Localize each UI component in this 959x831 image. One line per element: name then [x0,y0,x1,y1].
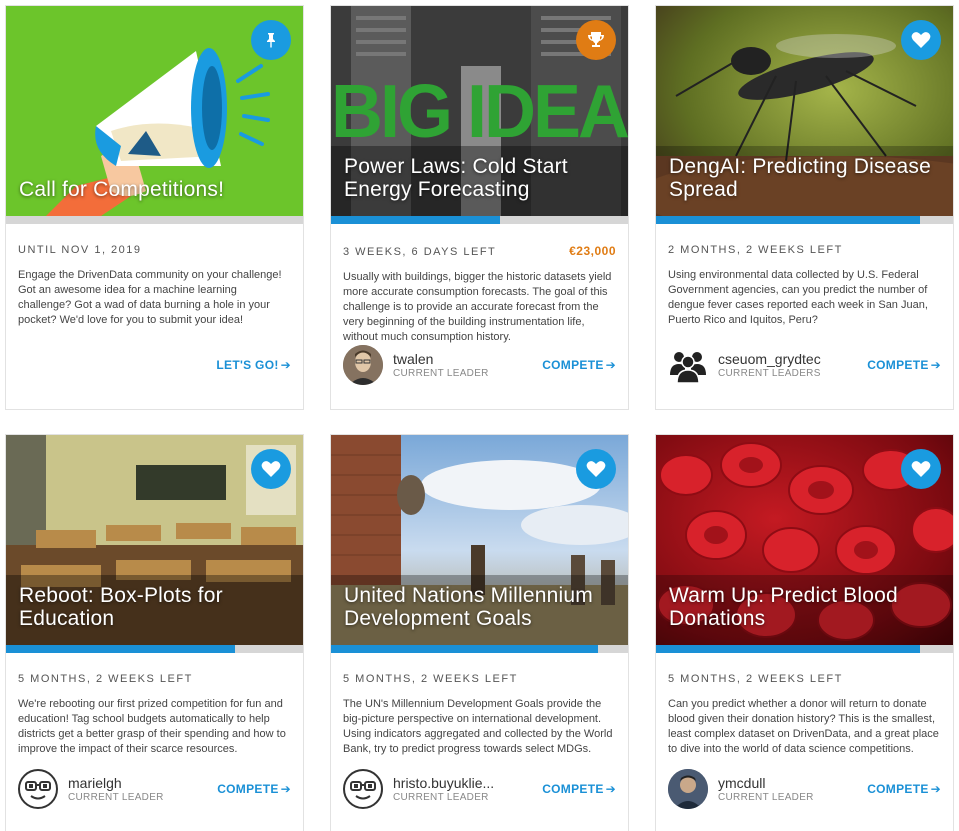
time-left-text: 2 MONTHS, 2 WEEKS LEFT [668,244,843,256]
progress-bar [656,645,953,653]
avatar[interactable] [668,769,708,809]
card-hero-image[interactable]: Reboot: Box-Plots for Education [6,435,303,645]
compete-button[interactable]: COMPETE ➔ [217,782,291,796]
card-hero-image[interactable]: BIG IDEA Power Laws: Cold Start Energy F… [331,6,628,216]
competition-card-reboot-box-plots[interactable]: Reboot: Box-Plots for Education 5 MONTHS… [5,434,304,831]
card-description: Can you predict whether a donor will ret… [668,698,939,755]
cta-label: COMPETE [542,782,604,796]
team-icon[interactable] [668,345,708,385]
progress-bar [6,645,303,653]
cta-label: COMPETE [867,782,929,796]
avatar[interactable] [18,769,58,809]
avatar[interactable] [343,345,383,385]
heart-icon[interactable] [251,449,291,489]
heart-icon[interactable] [901,449,941,489]
leader-name[interactable]: ymcdull [718,775,843,791]
compete-button[interactable]: COMPETE ➔ [542,358,616,372]
leader-name[interactable]: cseuom_grydtec [718,351,843,367]
card-description: We're rebooting our first prized competi… [18,698,286,755]
leader-name[interactable]: marielgh [68,775,193,791]
prize-amount: €23,000 [569,244,616,258]
card-title[interactable]: Reboot: Box-Plots for Education [19,584,291,630]
card-description: Using environmental data collected by U.… [668,269,928,326]
progress-bar [331,216,628,224]
arrow-right-icon: ➔ [605,782,616,796]
heart-icon[interactable] [576,449,616,489]
leader-role: CURRENT LEADER [393,792,489,803]
leader-role: CURRENT LEADER [68,792,164,803]
leader-name[interactable]: hristo.buyuklie... [393,775,518,791]
compete-button[interactable]: COMPETE ➔ [867,782,941,796]
trophy-icon [576,20,616,60]
competition-card-blood-donations[interactable]: Warm Up: Predict Blood Donations 5 MONTH… [655,434,954,831]
progress-bar [331,645,628,653]
deadline-text: UNTIL NOV 1, 2019 [18,244,142,256]
compete-button[interactable]: COMPETE ➔ [542,782,616,796]
card-hero-image[interactable]: Call for Competitions! [6,6,303,216]
card-title[interactable]: Power Laws: Cold Start Energy Forecastin… [344,155,616,201]
leader-role: CURRENT LEADERS [718,368,821,379]
leader-name[interactable]: twalen [393,351,518,367]
cta-label: COMPETE [542,358,604,372]
pin-icon [251,20,291,60]
arrow-right-icon: ➔ [280,782,291,796]
card-title[interactable]: United Nations Millennium Development Go… [344,584,616,630]
card-title[interactable]: Call for Competitions! [19,178,291,201]
time-left-text: 5 MONTHS, 2 WEEKS LEFT [18,673,193,685]
cta-label: LET'S GO! [216,358,279,372]
card-description: The UN's Millennium Development Goals pr… [343,698,613,755]
lets-go-button[interactable]: LET'S GO! ➔ [216,358,291,372]
time-left-text: 5 MONTHS, 2 WEEKS LEFT [343,673,518,685]
cta-label: COMPETE [867,358,929,372]
heart-icon[interactable] [901,20,941,60]
time-left-text: 3 WEEKS, 6 DAYS LEFT [343,246,497,258]
time-left-text: 5 MONTHS, 2 WEEKS LEFT [668,673,843,685]
progress-bar [656,216,953,224]
arrow-right-icon: ➔ [280,358,291,372]
card-description: Engage the DrivenData community on your … [18,269,282,326]
leader-role: CURRENT LEADER [718,792,814,803]
competition-card-power-laws[interactable]: BIG IDEA Power Laws: Cold Start Energy F… [330,5,629,410]
avatar[interactable] [343,769,383,809]
card-title[interactable]: Warm Up: Predict Blood Donations [669,584,941,630]
arrow-right-icon: ➔ [930,782,941,796]
big-idea-graphic: BIG IDEA [331,70,628,154]
compete-button[interactable]: COMPETE ➔ [867,358,941,372]
arrow-right-icon: ➔ [605,358,616,372]
card-hero-image[interactable]: DengAI: Predicting Disease Spread [656,6,953,216]
leader-role: CURRENT LEADER [393,368,489,379]
progress-bar [6,216,303,224]
card-description: Usually with buildings, bigger the histo… [343,271,612,343]
competition-card-dengai[interactable]: DengAI: Predicting Disease Spread 2 MONT… [655,5,954,410]
card-hero-image[interactable]: Warm Up: Predict Blood Donations [656,435,953,645]
card-title[interactable]: DengAI: Predicting Disease Spread [669,155,941,201]
card-hero-image[interactable]: United Nations Millennium Development Go… [331,435,628,645]
competition-card-call-for-competitions[interactable]: Call for Competitions! UNTIL NOV 1, 2019… [5,5,304,410]
competition-card-un-millennium[interactable]: United Nations Millennium Development Go… [330,434,629,831]
cta-label: COMPETE [217,782,279,796]
arrow-right-icon: ➔ [930,358,941,372]
